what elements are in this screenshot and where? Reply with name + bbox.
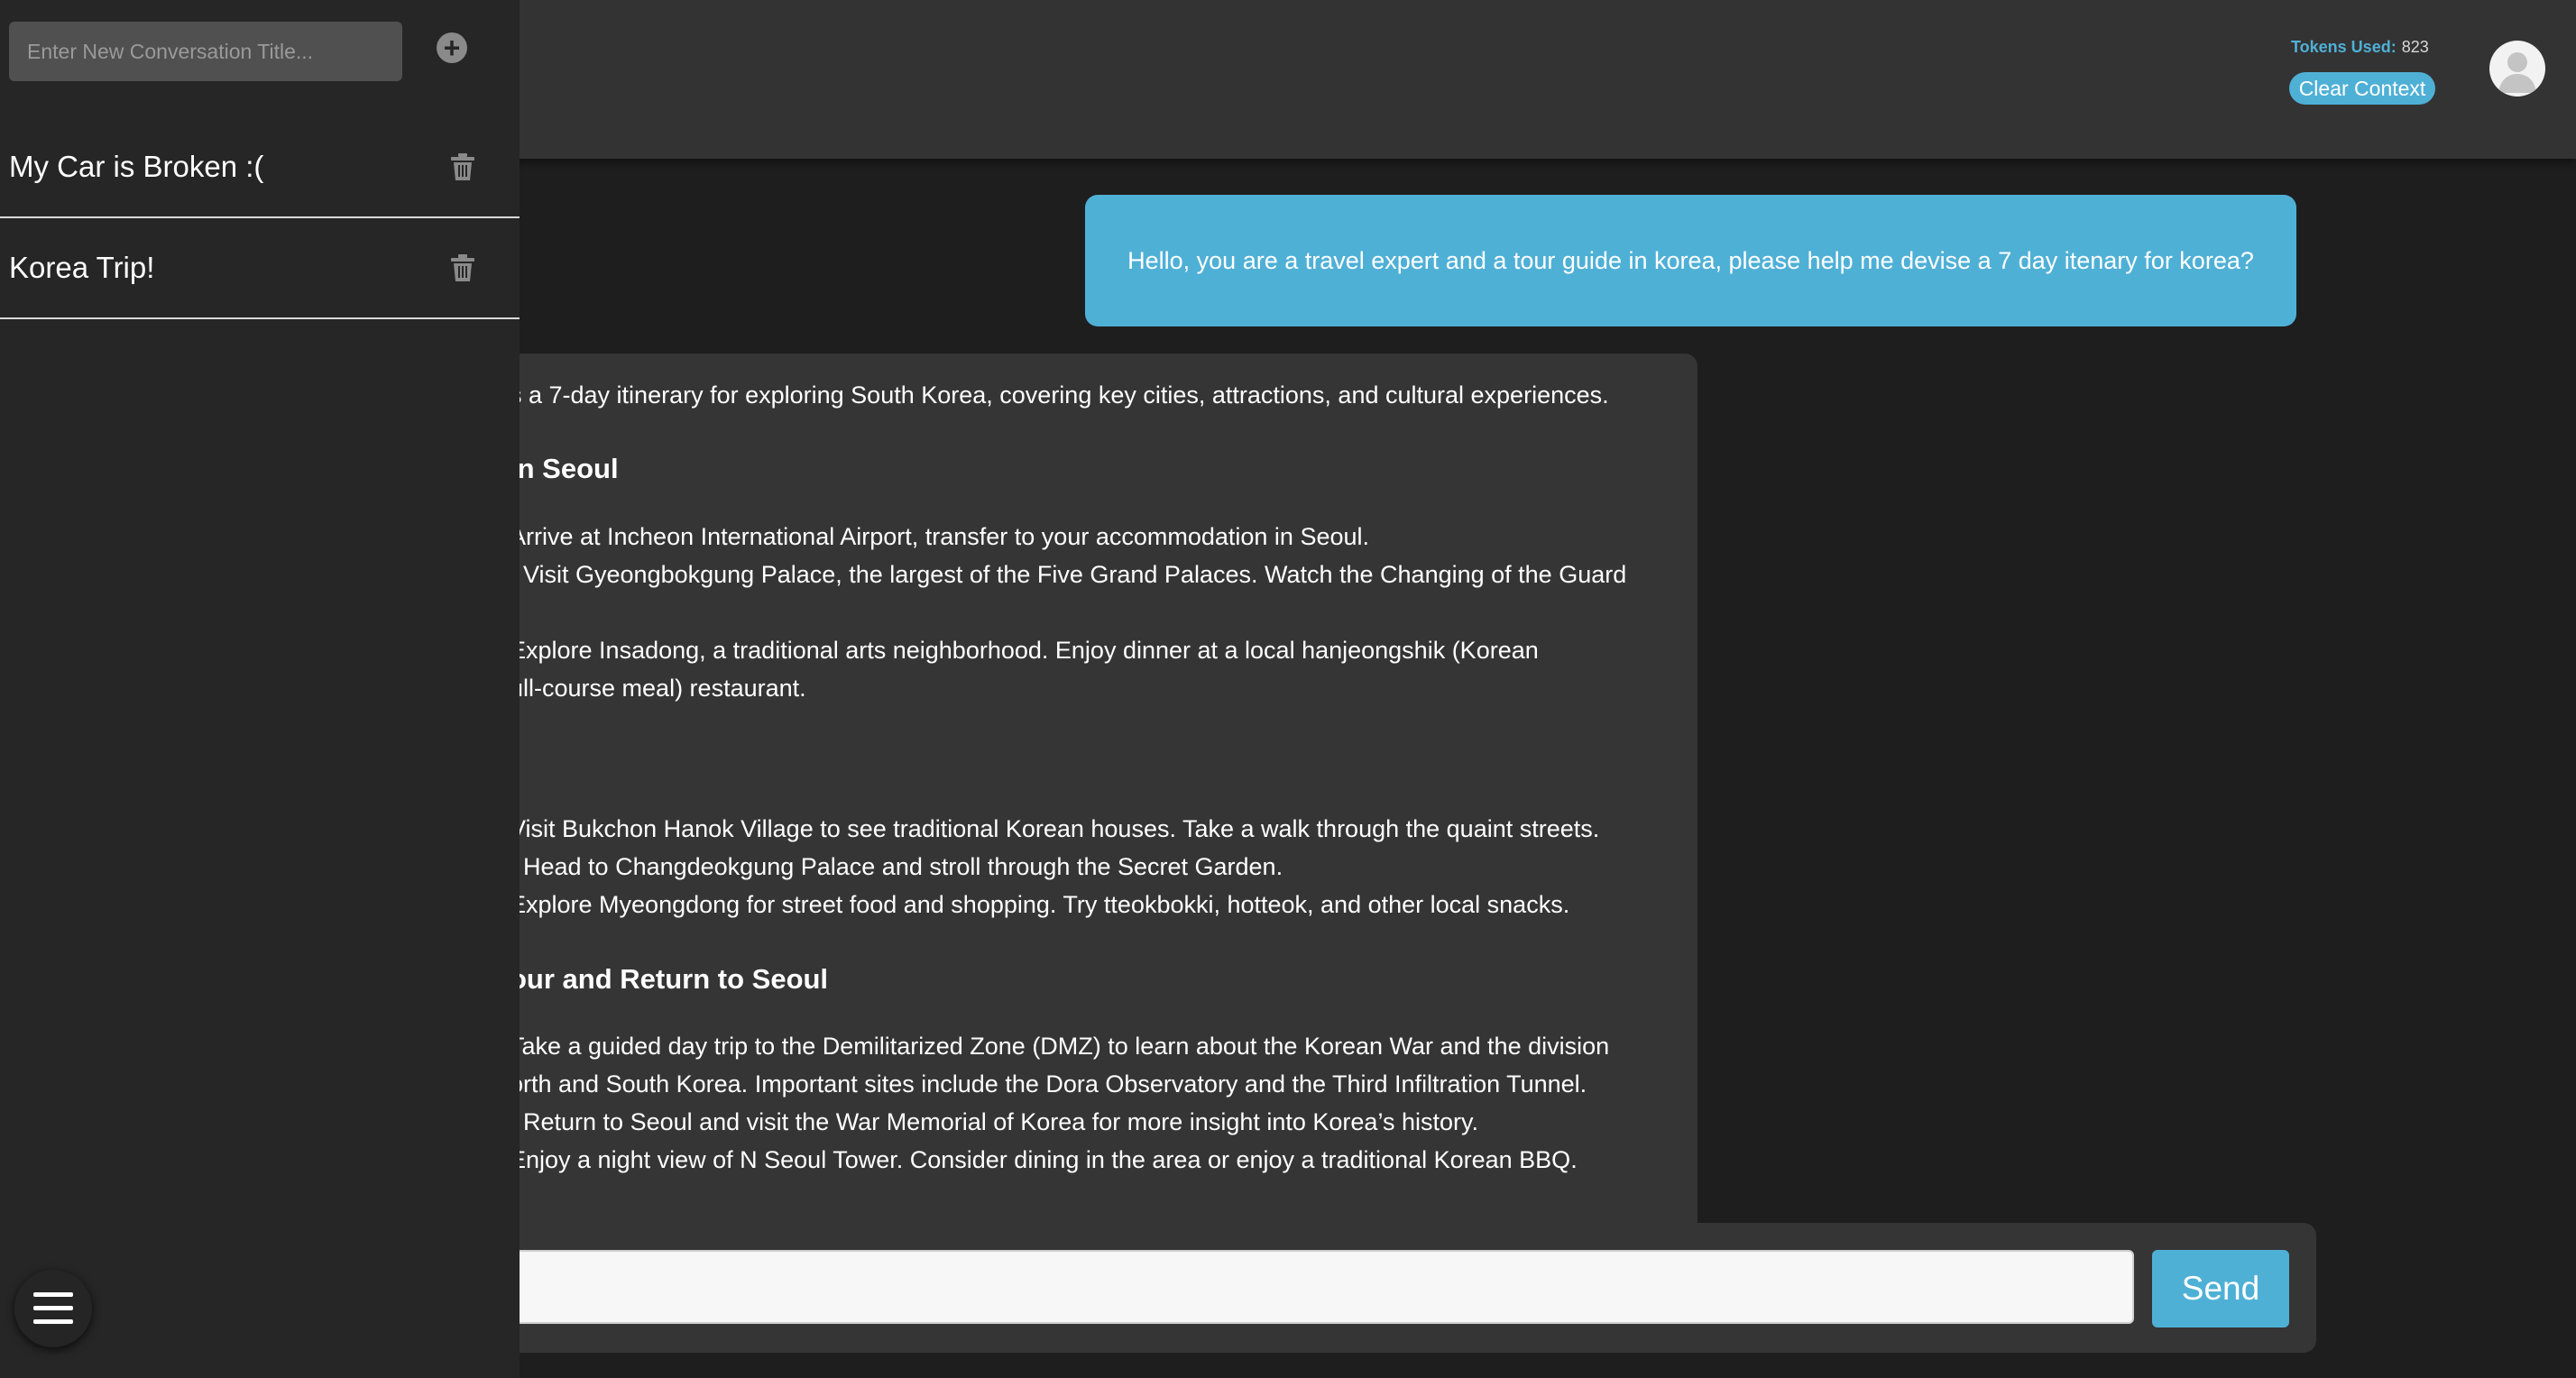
plus-circle-icon[interactable]: + [437,32,467,63]
assistant-text-line: Explore Insadong, a traditional arts nei… [510,637,1539,664]
trash-icon[interactable] [451,153,474,180]
app-root: Tokens Used: 823 Clear Context Hello, you… [0,0,2576,1378]
assistant-text-line: Explore Myeongdong for street food and s… [510,891,1570,918]
conversation-item[interactable]: Korea Trip! [0,218,520,319]
hamburger-menu-icon[interactable] [14,1270,92,1347]
conversation-sidebar: + My Car is Broken :( Korea Trip! [0,0,520,1378]
user-avatar-icon[interactable] [2489,41,2545,96]
avatar-silhouette-icon [2498,52,2536,93]
assistant-text-line: Arrive at Incheon International Airport,… [510,523,1370,550]
assistant-heading: our and Return to Seoul [510,963,829,995]
assistant-text-line: s a 7-day itinerary for exploring South … [510,381,1609,409]
user-message-bubble: Hello, you are a travel expert and a tou… [1085,195,2296,326]
hamburger-lines-icon [33,1292,73,1324]
tokens-used: Tokens Used: 823 [2291,38,2429,57]
assistant-heading: in Seoul [510,453,619,484]
conversation-item[interactable]: My Car is Broken :( [0,117,520,218]
assistant-text-line: orth and South Korea. Important sites in… [510,1070,1587,1098]
assistant-text-line: : Head to Changdeokgung Palace and strol… [510,853,1283,880]
assistant-text-line: : Return to Seoul and visit the War Memo… [510,1108,1478,1135]
tokens-used-label: Tokens Used: [2291,38,2397,56]
assistant-text-line: : Visit Gyeongbokgung Palace, the larges… [510,561,1627,588]
conversation-item-label: My Car is Broken :( [9,150,264,183]
assistant-text-line: Visit Bukchon Hanok Village to see tradi… [510,815,1600,842]
conversation-item-label: Korea Trip! [9,251,155,284]
assistant-text-line: Enjoy a night view of N Seoul Tower. Con… [510,1146,1578,1173]
tokens-used-count: 823 [2401,38,2429,56]
new-conversation-title-input[interactable] [9,22,402,81]
assistant-text-line: Take a guided day trip to the Demilitari… [510,1033,1610,1060]
clear-context-button[interactable]: Clear Context [2289,72,2435,105]
assistant-text-line: ull-course meal) restaurant. [510,675,806,702]
trash-icon[interactable] [451,254,474,281]
